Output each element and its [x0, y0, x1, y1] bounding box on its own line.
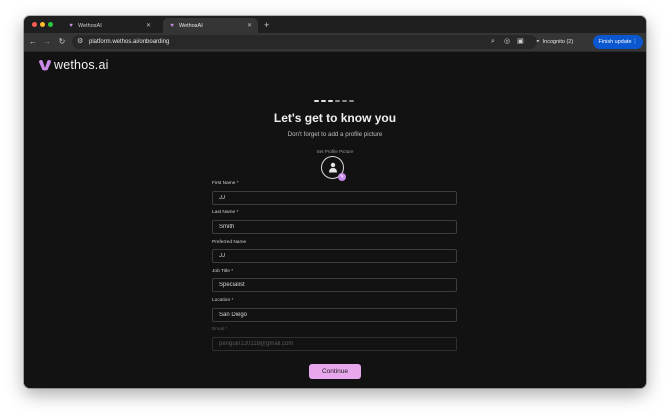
wethos-favicon-icon: ♥ — [170, 22, 174, 29]
address-bar[interactable]: ⚙ platform.wethos.ai/onboarding ⌕ ◎ ☆ — [72, 35, 537, 49]
tab-title: WethosAI — [179, 22, 203, 29]
browser-window: ♥ WethosAI ✕ ♥ WethosAI ✕ + ← → ↻ ⚙ plat… — [24, 16, 646, 388]
location-input[interactable] — [212, 308, 457, 322]
finish-update-button[interactable]: Finish update ⋮ — [593, 35, 643, 49]
last-name-input[interactable] — [212, 220, 457, 234]
email-field — [212, 337, 457, 351]
window-close-button[interactable] — [32, 22, 37, 27]
first-name-input[interactable] — [212, 191, 457, 205]
location-label: Location * — [212, 298, 234, 303]
new-tab-button[interactable]: + — [264, 19, 269, 31]
page-title: Let's get to know you — [273, 111, 397, 125]
email-label: Email * — [212, 327, 228, 332]
wethos-favicon-icon: ♥ — [69, 22, 73, 29]
incognito-label: Incognito (2) — [542, 39, 574, 45]
onboarding-progress — [314, 100, 354, 102]
onboarding-page: wethos.ai Let's get to know you Don't fo… — [24, 52, 646, 388]
pencil-icon[interactable]: ✎ — [338, 173, 346, 181]
browser-tab-2[interactable]: ♥ WethosAI ✕ — [163, 18, 258, 33]
profile-picture-picker[interactable]: ✎ — [321, 156, 348, 183]
arrow-left-icon[interactable]: ← — [27, 36, 39, 48]
browser-tab-1[interactable]: ♥ WethosAI ✕ — [62, 18, 157, 33]
tab-strip: ♥ WethosAI ✕ ♥ WethosAI ✕ + — [24, 16, 646, 33]
tab-title: WethosAI — [78, 22, 102, 29]
progress-step — [328, 100, 333, 102]
incognito-icon: ◓ — [536, 39, 540, 45]
wethos-logo-icon — [39, 60, 51, 71]
browser-toolbar: ← → ↻ ⚙ platform.wethos.ai/onboarding ⌕ … — [24, 33, 646, 52]
wethos-logo[interactable]: wethos.ai — [38, 58, 109, 72]
preferred-name-input[interactable] — [212, 249, 457, 263]
progress-step — [314, 100, 319, 102]
side-panel-icon[interactable]: ▣ — [517, 36, 524, 48]
logo-text: wethos.ai — [54, 58, 109, 72]
arrow-right-icon[interactable]: → — [41, 36, 53, 48]
zoom-icon[interactable]: ⌕ — [491, 36, 495, 48]
progress-step — [335, 100, 340, 102]
first-name-label: First Name * — [212, 181, 239, 186]
progress-step — [349, 100, 354, 102]
close-icon[interactable]: ✕ — [247, 22, 252, 29]
last-name-label: Last Name * — [212, 210, 239, 215]
tune-icon[interactable]: ⚙ — [77, 36, 83, 48]
continue-button[interactable]: Continue — [309, 364, 361, 379]
kebab-menu-icon[interactable]: ⋮ — [632, 36, 638, 48]
incognito-indicator[interactable]: ◓ Incognito (2) — [536, 35, 586, 49]
finish-update-label: Finish update — [598, 39, 632, 45]
page-subtitle: Don't forget to add a profile picture — [287, 131, 383, 138]
job-title-label: Job Title * — [212, 269, 234, 274]
progress-step — [342, 100, 347, 102]
window-minimize-button[interactable] — [40, 22, 45, 27]
eye-off-icon[interactable]: ◎ — [504, 36, 510, 48]
reload-icon[interactable]: ↻ — [56, 36, 68, 48]
url-text[interactable]: platform.wethos.ai/onboarding — [89, 36, 169, 48]
job-title-input[interactable] — [212, 278, 457, 292]
person-icon — [328, 162, 337, 173]
preferred-name-label: Preferred Name — [212, 240, 247, 245]
window-maximize-button[interactable] — [48, 22, 53, 27]
profile-picture-label: Set Profile Picture — [316, 149, 354, 154]
progress-step — [321, 100, 326, 102]
close-icon[interactable]: ✕ — [146, 22, 151, 29]
